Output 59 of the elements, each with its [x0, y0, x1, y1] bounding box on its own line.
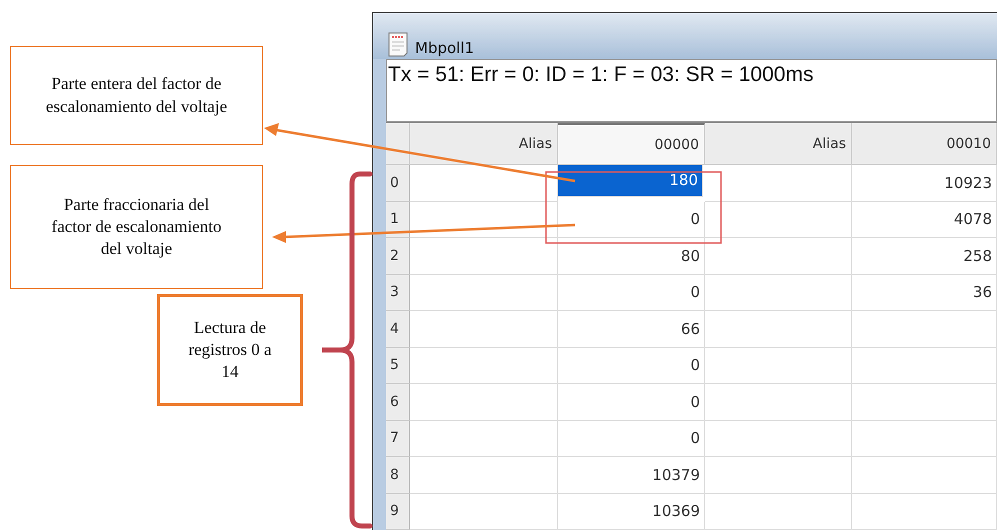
table-cell[interactable] [410, 202, 558, 238]
table-cell[interactable] [852, 384, 997, 420]
table-cell[interactable]: 10379 [558, 457, 705, 494]
table-cell[interactable] [852, 457, 997, 494]
table-cell[interactable] [705, 494, 852, 530]
table-cell[interactable] [705, 348, 852, 384]
table-cell[interactable]: 0 [558, 384, 705, 420]
table-cell[interactable]: 4078 [852, 202, 997, 238]
table-cell[interactable] [705, 165, 852, 202]
callout-box: Parte fraccionaria del factor de escalonamiento del voltaje [10, 165, 263, 289]
table-cell[interactable] [705, 420, 852, 457]
callout-box: Parte entera del factor de escalonamiento del voltaje [10, 46, 263, 145]
row-number: 7 [386, 420, 410, 457]
table-cell[interactable] [705, 311, 852, 348]
table-cell[interactable] [852, 311, 997, 348]
table-cell[interactable] [705, 384, 852, 420]
column-header[interactable]: 00000 [558, 123, 705, 165]
row-number: 3 [386, 274, 410, 311]
table-cell[interactable] [410, 494, 558, 530]
table-cell[interactable] [410, 420, 558, 457]
window-title: Mbpoll1 [415, 39, 474, 58]
column-header[interactable]: Alias [705, 123, 852, 165]
row-number: 6 [386, 384, 410, 420]
table-cell[interactable]: 0 [558, 274, 705, 311]
table-cell[interactable] [852, 420, 997, 457]
table-cell[interactable] [410, 238, 558, 274]
row-number: 5 [386, 348, 410, 384]
row-number: 9 [386, 494, 410, 530]
table-cell[interactable]: 80 [558, 238, 705, 274]
column-header[interactable]: 00010 [852, 123, 997, 165]
table-corner [386, 123, 410, 165]
table-cell[interactable]: 0 [558, 202, 705, 238]
table-cell[interactable]: 0 [558, 348, 705, 384]
table-cell[interactable]: 66 [558, 311, 705, 348]
table-cell[interactable]: 180 [558, 165, 703, 196]
table-cell[interactable]: 10923 [852, 165, 997, 202]
table-cell[interactable] [852, 348, 997, 384]
column-header[interactable]: Alias [410, 123, 558, 165]
row-number: 4 [386, 311, 410, 348]
row-number: 0 [386, 165, 410, 202]
callout-box: Lectura de registros 0 a 14 [157, 294, 303, 406]
table-cell[interactable] [410, 384, 558, 420]
table-cell[interactable]: 36 [852, 274, 997, 311]
table-cell[interactable]: 10369 [558, 494, 705, 530]
row-number: 8 [386, 457, 410, 494]
row-number: 1 [386, 202, 410, 238]
table-cell[interactable] [852, 494, 997, 530]
table-cell[interactable]: 258 [852, 238, 997, 274]
table-cell[interactable] [410, 348, 558, 384]
table-cell[interactable] [705, 238, 852, 274]
row-number: 2 [386, 238, 410, 274]
table-cell[interactable]: 0 [558, 420, 705, 457]
table-cell[interactable] [410, 274, 558, 311]
table-cell[interactable] [410, 165, 558, 202]
table-cell[interactable] [705, 274, 852, 311]
table-cell[interactable] [705, 202, 852, 238]
table-cell[interactable] [410, 311, 558, 348]
table-cell[interactable] [705, 457, 852, 494]
table-cell[interactable] [410, 457, 558, 494]
